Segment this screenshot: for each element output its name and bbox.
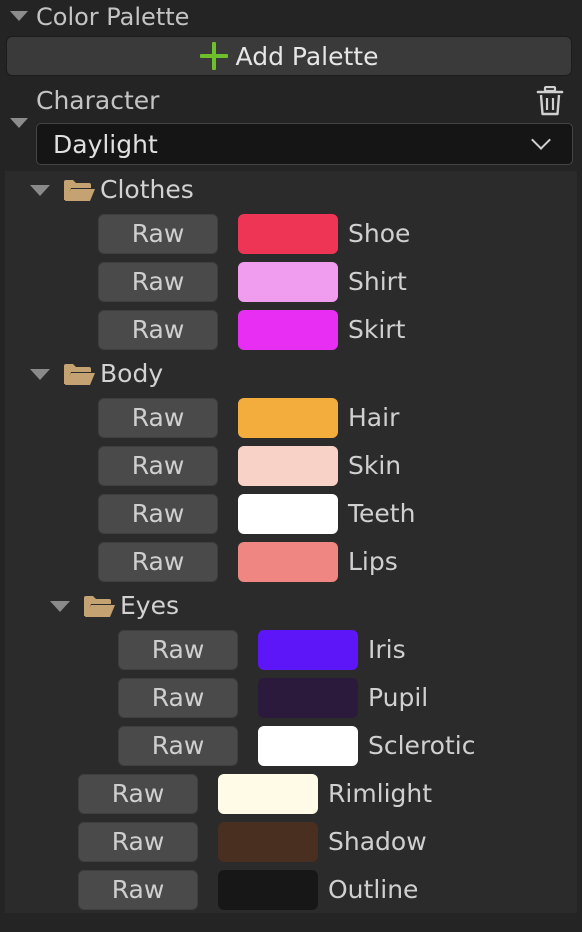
color-swatch[interactable] (238, 262, 338, 302)
color-palette-header[interactable]: Color Palette (0, 0, 582, 34)
add-palette-button[interactable]: Add Palette (6, 36, 572, 76)
color-swatch[interactable] (238, 542, 338, 582)
raw-button[interactable]: Raw (98, 446, 218, 486)
expand-caret-icon[interactable] (50, 601, 70, 612)
color-swatch[interactable] (258, 678, 358, 718)
raw-button[interactable]: Raw (78, 774, 198, 814)
raw-button[interactable]: Raw (98, 214, 218, 254)
color-swatch[interactable] (218, 870, 318, 910)
chevron-down-icon (531, 130, 551, 150)
color-swatch[interactable] (238, 494, 338, 534)
color-label: Pupil (368, 683, 429, 712)
color-swatch[interactable] (258, 726, 358, 766)
raw-button[interactable]: Raw (98, 494, 218, 534)
raw-button[interactable]: Raw (118, 630, 238, 670)
color-swatch[interactable] (258, 630, 358, 670)
expand-caret-icon[interactable] (30, 185, 50, 196)
raw-button[interactable]: Raw (78, 870, 198, 910)
color-swatch[interactable] (238, 310, 338, 350)
collapse-caret-icon[interactable] (10, 11, 28, 21)
color-label: Shirt (348, 267, 407, 296)
folder-open-icon (64, 364, 95, 385)
color-label: Teeth (348, 499, 416, 528)
color-swatch[interactable] (238, 446, 338, 486)
plus-icon (199, 42, 228, 70)
folder-label: Clothes (100, 175, 194, 204)
raw-button[interactable]: Raw (78, 822, 198, 862)
color-label: Sclerotic (368, 731, 476, 760)
color-swatch[interactable] (218, 822, 318, 862)
palette-name-label: Character (36, 86, 160, 115)
palette-collapse-caret-icon[interactable] (10, 118, 28, 128)
palette-select-value: Daylight (53, 130, 158, 159)
palette-select[interactable]: Daylight (36, 123, 573, 165)
section-title: Color Palette (36, 3, 190, 31)
raw-button[interactable]: Raw (98, 310, 218, 350)
folder-open-icon (64, 180, 95, 201)
raw-button[interactable]: Raw (118, 726, 238, 766)
color-swatch[interactable] (238, 398, 338, 438)
folder-open-icon (84, 596, 115, 617)
trash-icon[interactable] (536, 86, 564, 116)
color-label: Shoe (348, 219, 411, 248)
color-swatch[interactable] (238, 214, 338, 254)
color-label: Lips (348, 547, 398, 576)
raw-button[interactable]: Raw (98, 542, 218, 582)
color-label: Shadow (328, 827, 427, 856)
folder-label: Body (100, 359, 164, 388)
color-label: Skin (348, 451, 402, 480)
raw-button[interactable]: Raw (118, 678, 238, 718)
raw-button[interactable]: Raw (98, 398, 218, 438)
color-label: Skirt (348, 315, 406, 344)
color-label: Iris (368, 635, 406, 664)
color-label: Hair (348, 403, 400, 432)
add-palette-label: Add Palette (235, 41, 379, 71)
folder-label: Eyes (120, 591, 179, 620)
color-label: Rimlight (328, 779, 433, 808)
raw-button[interactable]: Raw (98, 262, 218, 302)
color-label: Outline (328, 875, 419, 904)
expand-caret-icon[interactable] (30, 369, 50, 380)
color-swatch[interactable] (218, 774, 318, 814)
